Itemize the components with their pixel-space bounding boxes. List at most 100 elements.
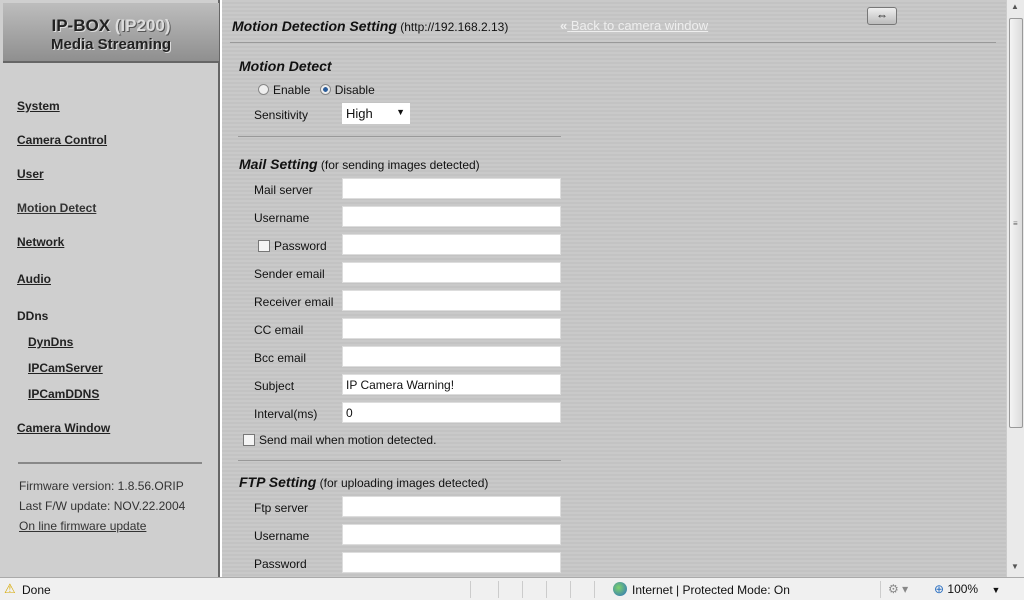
label-text: Subject [254,379,295,393]
mail-field-label: Mail server [254,183,313,197]
divider [238,460,561,461]
mail-password-input[interactable] [342,234,561,255]
firmware-version: Firmware version: 1.8.56.ORIP [19,479,184,493]
mail-field-label: Subject [254,379,294,393]
vertical-scrollbar[interactable]: ▲ ≡ ▼ [1006,0,1024,577]
ftp-setting-subtitle: (for uploading images detected) [319,476,489,490]
mail-field-label: Username [254,211,309,225]
mail-field-label: Bcc email [254,351,306,365]
page-url: (http://192.168.2.13) [400,20,509,34]
motion-detect-title: Motion Detect [239,58,332,74]
online-firmware-update-link[interactable]: On line firmware update [19,519,146,533]
logo-subtitle: Media Streaming [50,36,172,53]
nav-system[interactable]: System [17,99,60,113]
motion-radio-group: Enable Disable [258,83,375,97]
left-right-arrow-icon: ⇔ [876,8,888,22]
sensitivity-label: Sensitivity [254,108,309,122]
divider [18,462,202,464]
send-mail-checkbox[interactable]: Send mail when motion detected. [243,433,436,447]
enable-label: Enable [273,83,311,97]
mail-receiver-email-input[interactable] [342,290,561,311]
scroll-up-icon[interactable]: ▲ [1011,2,1019,11]
nav-camera-window[interactable]: Camera Window [17,421,110,435]
logo-model: (IP200) [114,16,171,35]
nav-network[interactable]: Network [17,235,64,249]
page-header: Motion Detection Setting (http://192.168… [232,18,508,34]
mail-field-label: Receiver email [254,295,333,309]
input-value: 0 [346,406,353,420]
last-update: Last F/W update: NOV.22.2004 [19,499,186,513]
back-to-camera-link[interactable]: « Back to camera window [560,18,708,33]
logo: IP-BOX (IP200) Media Streaming [3,3,219,63]
nav-audio[interactable]: Audio [17,272,51,286]
scrollbar-thumb[interactable]: ≡ [1009,18,1023,428]
input-value: IP Camera Warning! [346,378,455,392]
mail-bcc-email-input[interactable] [342,346,561,367]
zoom-dropdown-icon: ▼ [991,585,1001,595]
mail-field-label: Sender email [254,267,325,281]
mail-username-input[interactable] [342,206,561,227]
mail-field-label: CC email [254,323,303,337]
scroll-down-icon[interactable]: ▼ [1011,562,1019,571]
ftp-password-input[interactable] [342,552,561,573]
security-zone: Internet | Protected Mode: On [632,583,790,597]
ftp-field-label: Password [254,557,307,571]
label-text: Receiver email [254,295,334,309]
resize-toggle-button[interactable]: ⇔ [867,7,897,25]
zoom-control[interactable]: ⊕ 100% ▼ [934,582,1000,596]
label-text: Username [254,529,310,543]
divider [230,42,996,43]
show-password-checkbox[interactable] [258,240,270,252]
mail-sender-email-input[interactable] [342,262,561,283]
nav-camera-control[interactable]: Camera Control [17,133,107,147]
label-text: Bcc email [254,351,307,365]
disable-label: Disable [334,83,375,97]
nav-user[interactable]: User [17,167,44,181]
label-text: Password [254,557,307,571]
double-chevron-left-icon: « [560,18,568,33]
ftp-ftp-server-input[interactable] [342,496,561,517]
mail-mail-server-input[interactable] [342,178,561,199]
warning-icon[interactable]: ⚠ [4,581,16,597]
ftp-setting-header: FTP Setting (for uploading images detect… [239,474,488,490]
mail-field-label: Password [258,239,327,253]
label-text: Sender email [254,267,325,281]
sensitivity-value: High [346,106,373,121]
sensitivity-select[interactable]: High ▼ [342,103,410,124]
dropdown-arrow-icon: ▼ [396,107,405,117]
status-text: Done [22,583,51,597]
protected-mode-icon[interactable]: ⚙ ▾ [888,582,908,596]
page-title: Motion Detection Setting [232,18,397,34]
mail-interval-ms-input[interactable]: 0 [342,402,561,423]
back-link-label: Back to camera window [570,18,709,33]
label-text: Password [274,239,327,253]
main-content: Motion Detection Setting (http://192.168… [222,0,1006,577]
send-mail-label: Send mail when motion detected. [259,433,437,447]
label-text: Username [254,211,310,225]
nav-dyndns[interactable]: DynDns [28,335,73,349]
nav-motion-detect[interactable]: Motion Detect [17,201,96,215]
mail-field-label: Interval(ms) [254,407,317,421]
mail-setting-title: Mail Setting [239,156,318,172]
nav-ipcamserver[interactable]: IPCamServer [28,361,103,375]
enable-radio[interactable]: Enable [258,83,310,97]
mail-setting-header: Mail Setting (for sending images detecte… [239,156,480,172]
label-text: Mail server [254,183,313,197]
nav-ipcamddns[interactable]: IPCamDDNS [28,387,99,401]
zoom-icon: ⊕ [934,582,945,596]
ftp-username-input[interactable] [342,524,561,545]
ftp-field-label: Ftp server [254,501,308,515]
grip-icon: ≡ [1013,219,1018,228]
label-text: CC email [254,323,304,337]
nav-ddns-heading: DDns [17,309,49,323]
globe-icon [613,582,627,596]
zoom-level: 100% [947,582,979,596]
mail-cc-email-input[interactable] [342,318,561,339]
disable-radio[interactable]: Disable [319,83,375,97]
label-text: Interval(ms) [254,407,318,421]
divider [238,136,561,137]
ftp-field-label: Username [254,529,309,543]
mail-setting-subtitle: (for sending images detected) [320,158,480,172]
mail-subject-input[interactable]: IP Camera Warning! [342,374,561,395]
ftp-setting-title: FTP Setting [239,474,317,490]
